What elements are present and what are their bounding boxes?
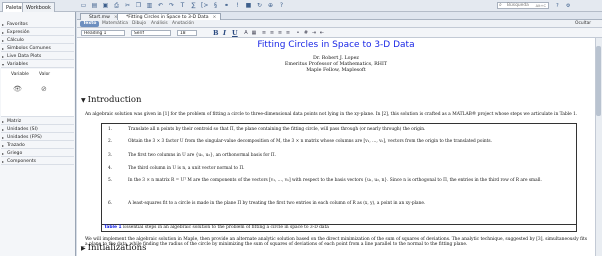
mode-bar: Texto Matemática Dibujo Análisis Anotaci…	[77, 20, 602, 28]
mode-texto[interactable]: Texto	[80, 21, 100, 27]
bullet-list-icon[interactable]: •	[295, 30, 301, 36]
section-initializations[interactable]: ▶ Initializations	[81, 243, 146, 253]
palette-sidebar: ▸ Favoritos ▸ Expresión ▸ Cálculo ▸ Símbolos…	[0, 12, 76, 256]
font-select[interactable]: Serif	[131, 30, 171, 36]
execute-icon[interactable]: !	[234, 3, 241, 9]
palette-unidades-si[interactable]: ▸ Unidades (SI)	[1, 126, 74, 133]
undo-icon[interactable]: ↶	[157, 3, 164, 9]
section-icon[interactable]: §	[212, 3, 219, 9]
link-icon[interactable]: ⚭	[223, 3, 230, 9]
section-introduction[interactable]: ▼ Introduction	[81, 95, 141, 105]
palette-live-data-plots[interactable]: ▸ Live Data Plots	[1, 53, 74, 60]
tab-fitting-circles[interactable]: *Fitting Circles in Space to 3-D Data ×	[117, 13, 222, 20]
underline-button[interactable]: U	[232, 29, 238, 37]
prompt-icon[interactable]: [>	[201, 3, 208, 9]
table-caption: Table 1 Essential steps in an algebraic …	[101, 225, 577, 232]
search-input[interactable]: Búsqueda Alt+C	[497, 2, 549, 9]
expand-arrow-icon: ▸	[2, 151, 5, 156]
scrollbar-thumb[interactable]	[596, 46, 601, 116]
paste-icon[interactable]: ▥	[146, 3, 153, 9]
settings-icon[interactable]: ⚙	[566, 3, 570, 9]
zoom-icon[interactable]: ⊕	[267, 3, 274, 9]
restart-icon[interactable]: ↻	[256, 3, 263, 9]
help-icon[interactable]: ?	[278, 3, 285, 9]
align-left-icon[interactable]: ≡	[261, 30, 267, 36]
search-icon: ⌕	[499, 2, 502, 8]
size-select[interactable]: 18	[177, 30, 197, 36]
bold-button[interactable]: B	[213, 29, 219, 37]
open-icon[interactable]: ▤	[91, 3, 98, 9]
hide-variables-icon[interactable]: ⊘	[41, 85, 47, 93]
palette-griego[interactable]: ▸ Griego	[1, 150, 74, 157]
author-name: Dr. Robert J. Lopez	[313, 56, 359, 61]
variables-col-valor: Valor	[39, 72, 51, 77]
author-position: Maple Fellow, Maplesoft	[306, 68, 366, 73]
highlight-icon[interactable]: ▦	[251, 30, 257, 36]
palette-variables[interactable]: ▾ Variables	[1, 61, 74, 68]
steps-table: 1. Translate all n points by their centro…	[101, 123, 577, 225]
palette-unidades-fps[interactable]: ▸ Unidades (FPS)	[1, 134, 74, 141]
section-expand-icon[interactable]: ▶	[81, 245, 86, 252]
new-icon[interactable]: ▭	[80, 3, 87, 9]
expand-arrow-icon: ▸	[2, 46, 5, 51]
math-icon[interactable]: ∑	[190, 3, 197, 9]
palette-simbolos[interactable]: ▸ Símbolos Comunes	[1, 45, 74, 52]
author-affiliation: Emeritus Professor of Mathematics, RHIT	[284, 62, 388, 67]
italic-button[interactable]: I	[223, 29, 226, 37]
tab-workbook[interactable]: Workbook	[22, 2, 55, 12]
document-canvas[interactable]: Fitting Circles in Space to 3-D Data Dr.…	[77, 38, 595, 256]
cut-icon[interactable]: ✂	[124, 3, 131, 9]
section-collapse-icon[interactable]: ▼	[81, 97, 86, 104]
indent-icon[interactable]: ⇥	[311, 30, 317, 36]
body-paragraph: We will implement the algebraic solution…	[85, 237, 588, 248]
palette-calculo[interactable]: ▸ Cálculo	[1, 37, 74, 44]
palette-components[interactable]: ▸ Components	[1, 158, 74, 165]
palette-favoritos[interactable]: ▸ Favoritos	[1, 21, 74, 28]
expand-arrow-icon: ▸	[2, 22, 5, 27]
format-toolbar: Heading 1 Serif 18 B I U A ▦ ≡ ≡ ≡ ≡ • #…	[77, 28, 602, 38]
variables-panel: Variable Valor 👁 ⊘	[1, 69, 74, 117]
copy-icon[interactable]: ❐	[135, 3, 142, 9]
redo-icon[interactable]: ↷	[168, 3, 175, 9]
expand-arrow-icon: ▸	[2, 143, 5, 148]
numbered-list-icon[interactable]: #	[303, 30, 309, 36]
ocultar-button[interactable]: Ocultar	[572, 21, 594, 27]
mode-dibujo[interactable]: Dibujo	[129, 21, 149, 27]
style-select[interactable]: Heading 1	[81, 30, 125, 36]
help-icon[interactable]: ?	[556, 3, 559, 9]
expand-arrow-icon: ▸	[2, 127, 5, 132]
intro-paragraph: An algebraic solution was given in [1] f…	[85, 112, 578, 117]
text-icon[interactable]: T	[179, 3, 186, 9]
main-toolbar: Paletas Workbook ▭ ▤ ▣ ⎙ ✂ ❐ ▥ ↶ ↷ T ∑ [> § ⚭! ■ ↻ ⊕? Bú…	[0, 0, 602, 12]
mode-matematica[interactable]: Matemática	[99, 21, 131, 27]
show-variables-icon[interactable]: 👁	[13, 85, 22, 93]
align-right-icon[interactable]: ≡	[277, 30, 283, 36]
save-icon[interactable]: ▣	[102, 3, 109, 9]
document-title: Fitting Circles in Space to 3-D Data	[257, 40, 415, 50]
stop-icon[interactable]: ■	[245, 3, 252, 9]
palette-trazado[interactable]: ▸ Trazado	[1, 142, 74, 149]
mode-anotacion[interactable]: Anotación	[169, 21, 197, 27]
outdent-icon[interactable]: ⇤	[319, 30, 325, 36]
mode-analisis[interactable]: Análisis	[148, 21, 171, 27]
variables-col-variable: Variable	[11, 72, 29, 77]
expand-arrow-icon: ▸	[2, 30, 5, 35]
text-color-icon[interactable]: A	[243, 30, 249, 36]
document-tabs: Start.mw × *Fitting Circles in Space to 3…	[77, 12, 602, 20]
align-center-icon[interactable]: ≡	[269, 30, 275, 36]
expand-arrow-icon: ▸	[2, 135, 5, 140]
expand-arrow-icon: ▸	[2, 38, 5, 43]
print-icon[interactable]: ⎙	[113, 3, 120, 9]
expand-arrow-icon: ▸	[2, 119, 5, 124]
expand-arrow-icon: ▸	[2, 159, 5, 164]
collapse-arrow-icon: ▾	[2, 62, 5, 67]
justify-icon[interactable]: ≡	[285, 30, 291, 36]
palette-matriz[interactable]: ▸ Matriz	[1, 118, 74, 125]
palette-expresion[interactable]: ▸ Expresión	[1, 29, 74, 36]
expand-arrow-icon: ▸	[2, 54, 5, 59]
